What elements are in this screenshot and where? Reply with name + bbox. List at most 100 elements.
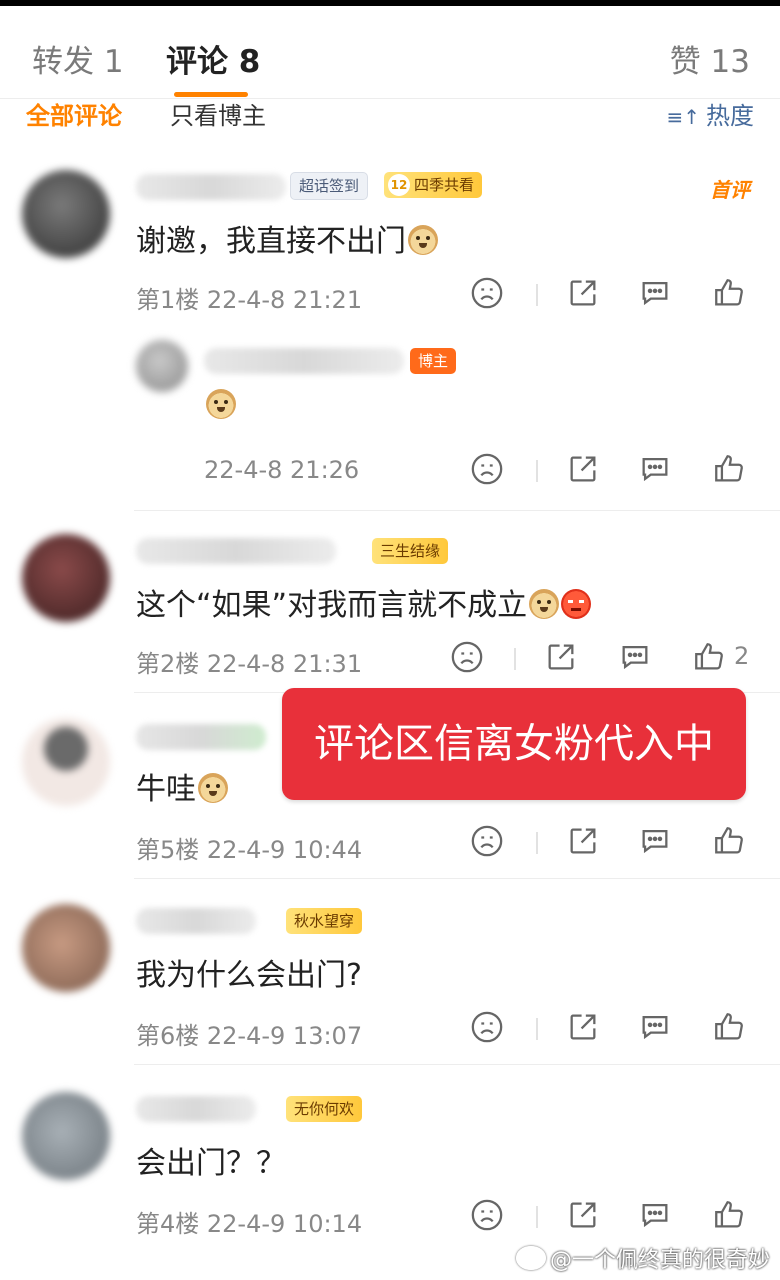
avatar[interactable] [136,340,188,392]
comment-actions [470,824,760,864]
like-button[interactable] [712,1198,752,1238]
share-button[interactable] [566,452,606,492]
comment-divider [134,1064,780,1065]
tab-likes[interactable]: 赞 13 [670,36,750,81]
floor-time: 22-4-8 21:26 [204,456,360,484]
sort-button[interactable]: ≡↑ 热度 [666,96,754,131]
weibo-logo-icon [515,1246,546,1270]
dislike-button[interactable] [470,1010,510,1050]
share-button[interactable] [566,276,606,316]
thumbs-up-icon [715,827,743,854]
avatar[interactable] [22,904,110,992]
tab-comments[interactable]: 评论 8 [166,36,260,81]
username-blurred[interactable] [136,538,336,564]
comment-actions [470,1010,760,1050]
like-button[interactable] [712,1010,752,1050]
comment-icon [622,645,648,670]
tab-reposts[interactable]: 转发 1 [32,36,124,81]
reply-button[interactable] [638,276,678,316]
reply-text [204,388,236,423]
doge-emoji [206,389,236,419]
share-button[interactable] [544,640,584,680]
comment-actions: 2 [450,640,770,680]
reply-button[interactable] [618,640,658,680]
share-icon [548,644,574,670]
watermark-text: @一个佩终真的很奇妙 [549,1248,770,1273]
filter-blogger-only[interactable]: 只看博主 [170,96,266,131]
badge-title[interactable]: 无你何欢 [286,1096,363,1122]
like-button[interactable] [712,276,752,316]
sad-face-icon [471,453,503,485]
share-icon [570,280,596,306]
doge-emoji [529,589,560,619]
action-divider [536,1206,538,1228]
reply-button[interactable] [638,1010,678,1050]
floor-time: 第2楼 22-4-8 21:31 [136,650,363,678]
floor-time: 第4楼 22-4-9 10:14 [136,1210,363,1238]
filter-all-comments[interactable]: 全部评论 [26,96,122,131]
sad-face-icon [451,641,483,673]
comment-icon [642,829,668,854]
filter-row: 全部评论 只看博主 ≡↑ 热度 [0,92,780,136]
share-button[interactable] [566,1010,606,1050]
sad-face-icon [471,277,503,309]
share-icon [570,456,596,482]
thumbs-up-icon [715,455,743,482]
reply-button[interactable] [638,452,678,492]
share-button[interactable] [566,1198,606,1238]
comment-actions [470,1198,760,1238]
badge-level-number: 12 [388,174,410,196]
avatar[interactable] [22,718,110,806]
comment-icon [642,1015,668,1040]
action-divider [514,648,516,670]
thumbs-up-icon [715,1201,743,1228]
comment-divider [134,878,780,879]
first-comment-tag: 首评 [710,178,750,202]
share-icon [570,828,596,854]
dislike-button[interactable] [470,276,510,316]
action-divider [536,460,538,482]
reply-actions [470,452,760,492]
like-button[interactable]: 2 [692,640,749,680]
sort-icon: ≡↑ [666,105,700,129]
avatar[interactable] [22,1092,110,1180]
dislike-button[interactable] [470,1198,510,1238]
reply-button[interactable] [638,824,678,864]
dislike-button[interactable] [450,640,490,680]
like-button[interactable] [712,824,752,864]
badge-title[interactable]: 三生结缘 [372,538,449,564]
badge-blogger[interactable]: 博主 [410,348,457,374]
username-blurred[interactable] [136,724,266,750]
comment-actions [470,276,760,316]
watermark: @一个佩终真的很奇妙 [515,1242,770,1274]
username-blurred[interactable] [204,348,404,374]
comment-text: 我为什么会出门? [136,958,362,993]
badge-season[interactable]: 12 四季共看 [384,172,483,198]
avatar[interactable] [22,534,110,622]
share-icon [570,1202,596,1228]
thumbs-up-icon [715,279,743,306]
caption-overlay: 评论区信离女粉代入中 [282,688,746,800]
floor-time: 第5楼 22-4-9 10:44 [136,836,363,864]
badge-super-topic[interactable]: 超话签到 [290,172,369,200]
comment-text: 这个“如果”对我而言就不成立 [136,580,592,624]
comment-text: 谢邀，我直接不出门 [136,216,438,260]
sort-label: 热度 [706,102,754,130]
comment-text: 牛哇 [136,764,228,808]
floor-time: 第6楼 22-4-9 13:07 [136,1022,363,1050]
username-blurred[interactable] [136,908,256,934]
avatar[interactable] [22,170,110,258]
like-count: 2 [734,642,750,670]
dislike-button[interactable] [470,824,510,864]
badge-title[interactable]: 秋水望穿 [286,908,363,934]
username-blurred[interactable] [136,174,286,200]
dislike-button[interactable] [470,452,510,492]
comment-divider [134,510,780,511]
badge-label: 四季共看 [414,176,475,194]
reply-button[interactable] [638,1198,678,1238]
sad-face-icon [471,1011,503,1043]
like-button[interactable] [712,452,752,492]
username-blurred[interactable] [136,1096,256,1122]
comment-icon [642,1203,668,1228]
share-button[interactable] [566,824,606,864]
